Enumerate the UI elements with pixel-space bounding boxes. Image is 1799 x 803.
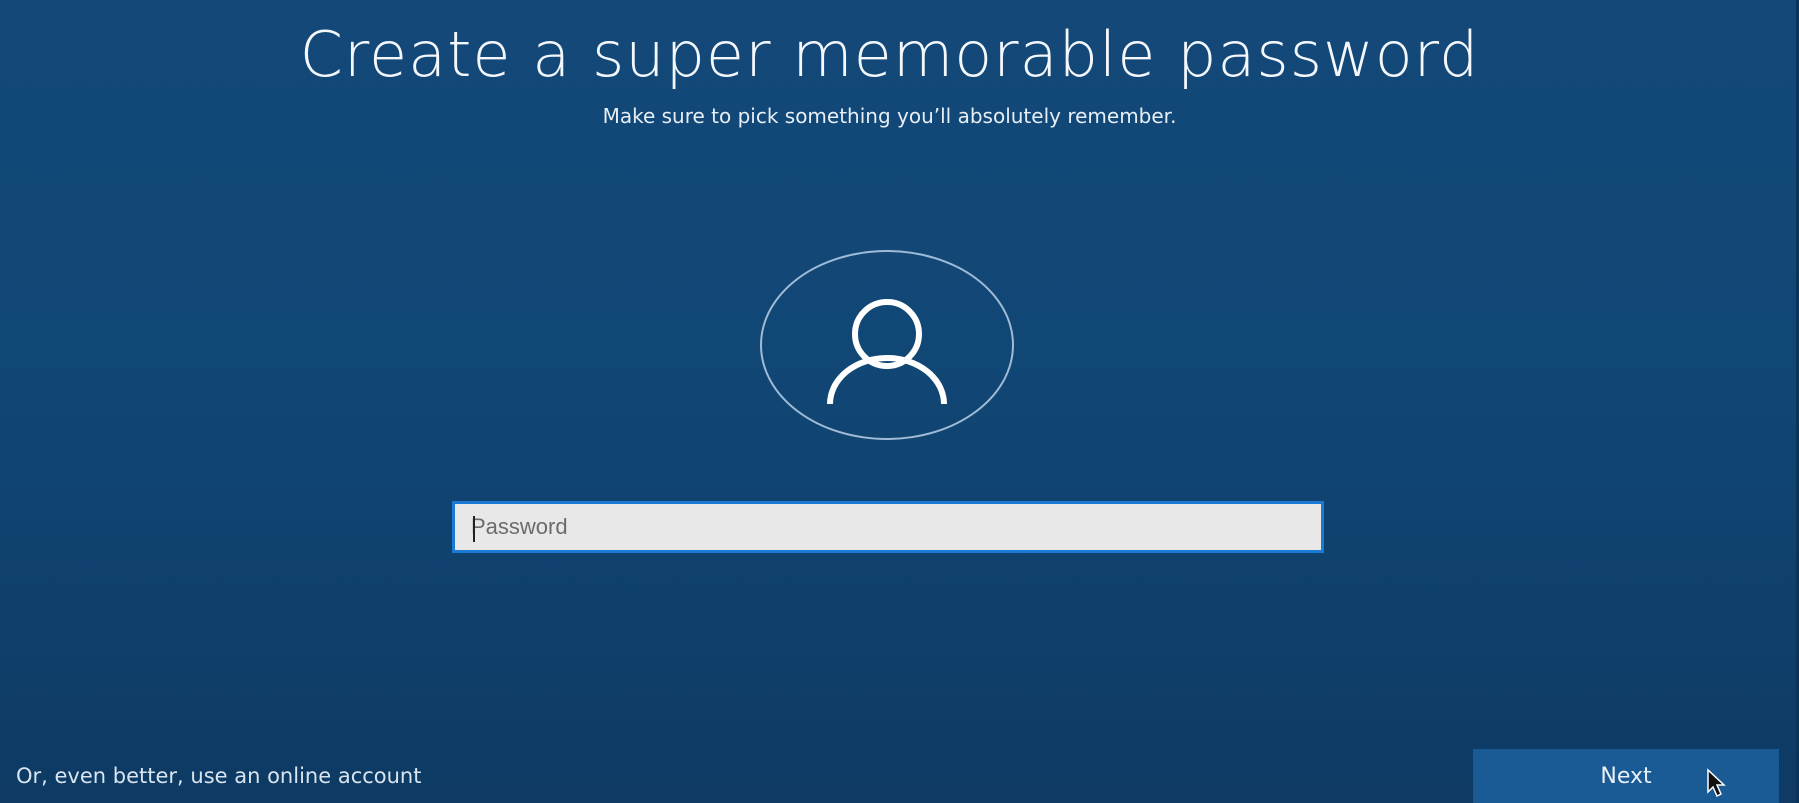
page-subtitle: Make sure to pick something you’ll absol… xyxy=(602,104,1177,128)
mouse-pointer-icon xyxy=(1707,768,1726,798)
online-account-link[interactable]: Or, even better, use an online account xyxy=(16,764,421,788)
page-title: Create a super memorable password xyxy=(299,18,1480,91)
next-button[interactable]: Next xyxy=(1473,749,1779,803)
text-caret xyxy=(473,516,475,542)
password-field[interactable] xyxy=(452,501,1324,553)
avatar xyxy=(760,250,1014,440)
password-input[interactable] xyxy=(455,504,1321,550)
user-icon xyxy=(827,299,947,405)
